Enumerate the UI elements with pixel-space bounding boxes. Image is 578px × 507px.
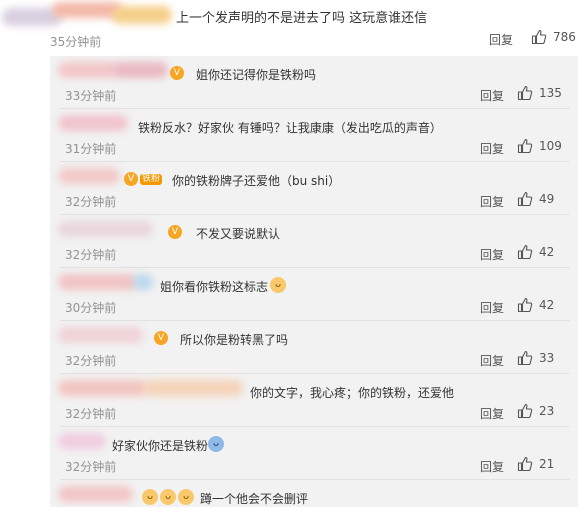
thumbs-up-icon — [517, 244, 533, 260]
reply-button[interactable]: 回复 — [480, 246, 504, 263]
like-count: 21 — [539, 457, 555, 471]
reply-button[interactable]: 回复 — [480, 140, 504, 157]
main-like-button[interactable]: 786 — [531, 29, 576, 45]
reply-button[interactable]: 回复 — [480, 352, 504, 369]
like-button[interactable]: 42 — [517, 244, 554, 260]
thumbs-up-icon — [517, 456, 533, 472]
blurred-username — [58, 484, 138, 506]
like-button[interactable]: 42 — [517, 297, 554, 313]
like-count: 42 — [539, 245, 555, 259]
like-button[interactable]: 33 — [517, 350, 554, 366]
reply-item: 你的文字，我心疼；你的铁粉，还爱他 32分钟前 回复 23 — [50, 374, 578, 427]
reply-time: 32分钟前 — [65, 354, 117, 368]
reply-text: 铁粉反水？好家伙 有锤吗？让我康康（发出吃瓜的声音） — [138, 121, 442, 135]
blurred-username — [2, 2, 172, 34]
like-button[interactable]: 135 — [517, 85, 562, 101]
thumbs-up-icon — [531, 29, 547, 45]
reply-time: 31分钟前 — [65, 142, 117, 156]
blurred-username — [58, 378, 248, 400]
reply-text: 姐你看你铁粉这标志 — [160, 280, 269, 294]
reply-text: 你的文字，我心疼；你的铁粉，还爱他 — [250, 386, 455, 400]
main-comment-time: 35分钟前 — [50, 35, 102, 49]
thumbs-up-icon — [517, 297, 533, 313]
like-button[interactable]: 109 — [517, 138, 562, 154]
reply-button[interactable]: 回复 — [480, 193, 504, 210]
like-button[interactable]: 23 — [517, 403, 554, 419]
reply-time: 32分钟前 — [65, 248, 117, 262]
reply-item: V 所以你是粉转黑了吗 32分钟前 回复 33 — [50, 321, 578, 374]
like-button[interactable]: 49 — [517, 191, 554, 207]
like-count: 135 — [539, 86, 562, 100]
thumbs-up-icon — [517, 191, 533, 207]
blurred-username — [58, 60, 173, 82]
blurred-username — [58, 166, 123, 188]
reply-item: V 铁粉 你的铁粉牌子还爱他（bu shi） 32分钟前 回复 49 — [50, 162, 578, 215]
thumbs-up-icon — [517, 138, 533, 154]
doge-emoji-icon: ᴗ — [142, 489, 158, 505]
reply-text: 好家伙你还是铁粉 — [112, 439, 209, 453]
reply-item: V 不发又要说默认 32分钟前 回复 42 — [50, 215, 578, 268]
doge-emoji-icon: ᴗ — [178, 489, 194, 505]
reply-time: 32分钟前 — [65, 460, 117, 474]
reply-button[interactable]: 回复 — [480, 87, 504, 104]
reply-item: 好家伙你还是铁粉 ᴗ 32分钟前 回复 21 — [50, 427, 578, 480]
reply-time: 30分钟前 — [65, 301, 117, 315]
reply-item: 铁粉反水？好家伙 有锤吗？让我康康（发出吃瓜的声音） 31分钟前 回复 109 — [50, 109, 578, 162]
doge-emoji-icon: ᴗ — [208, 436, 224, 452]
like-count: 33 — [539, 351, 555, 365]
blurred-username — [58, 272, 158, 294]
vip-crown-icon: V — [154, 331, 168, 345]
fan-badge: 铁粉 — [140, 174, 163, 185]
reply-text: 姐你还记得你是铁粉吗 — [196, 68, 317, 82]
blurred-username — [58, 219, 158, 241]
reply-item: V 姐你还记得你是铁粉吗 33分钟前 回复 135 — [50, 56, 578, 109]
vip-crown-icon: V — [170, 66, 184, 80]
reply-item: ᴗ ᴗ ᴗ 蹲一个他会不会删评 — [50, 480, 578, 507]
reply-button[interactable]: 回复 — [480, 458, 504, 475]
doge-emoji-icon: ᴗ — [270, 277, 286, 293]
reply-item: 姐你看你铁粉这标志 ᴗ 30分钟前 回复 42 — [50, 268, 578, 321]
thumbs-up-icon — [517, 85, 533, 101]
replies-panel: V 姐你还记得你是铁粉吗 33分钟前 回复 135 铁粉反水？好家伙 有锤吗？让… — [50, 56, 578, 507]
reply-time: 33分钟前 — [65, 89, 117, 103]
reply-time: 32分钟前 — [65, 407, 117, 421]
like-button[interactable]: 21 — [517, 456, 554, 472]
like-count: 23 — [539, 404, 555, 418]
reply-text: 蹲一个他会不会删评 — [200, 492, 309, 506]
reply-time: 32分钟前 — [65, 195, 117, 209]
reply-button[interactable]: 回复 — [480, 299, 504, 316]
reply-button[interactable]: 回复 — [480, 405, 504, 422]
like-count: 42 — [539, 298, 555, 312]
blurred-username — [58, 431, 108, 453]
main-comment: 上一个发声明的不是进去了吗 这玩意谁还信 35分钟前 回复 786 — [0, 0, 578, 56]
doge-emoji-icon: ᴗ — [160, 489, 176, 505]
main-like-count: 786 — [553, 30, 576, 44]
main-comment-text: 上一个发声明的不是进去了吗 这玩意谁还信 — [176, 11, 428, 26]
vip-crown-icon: V — [168, 225, 182, 239]
reply-text: 你的铁粉牌子还爱他（bu shi） — [172, 174, 341, 188]
reply-text: 不发又要说默认 — [196, 227, 281, 241]
blurred-username — [58, 113, 133, 135]
main-reply-button[interactable]: 回复 — [489, 31, 513, 48]
vip-crown-icon: V — [124, 172, 138, 186]
thumbs-up-icon — [517, 350, 533, 366]
blurred-username — [58, 325, 148, 347]
reply-text: 所以你是粉转黑了吗 — [180, 333, 289, 347]
thumbs-up-icon — [517, 403, 533, 419]
like-count: 49 — [539, 192, 555, 206]
like-count: 109 — [539, 139, 562, 153]
